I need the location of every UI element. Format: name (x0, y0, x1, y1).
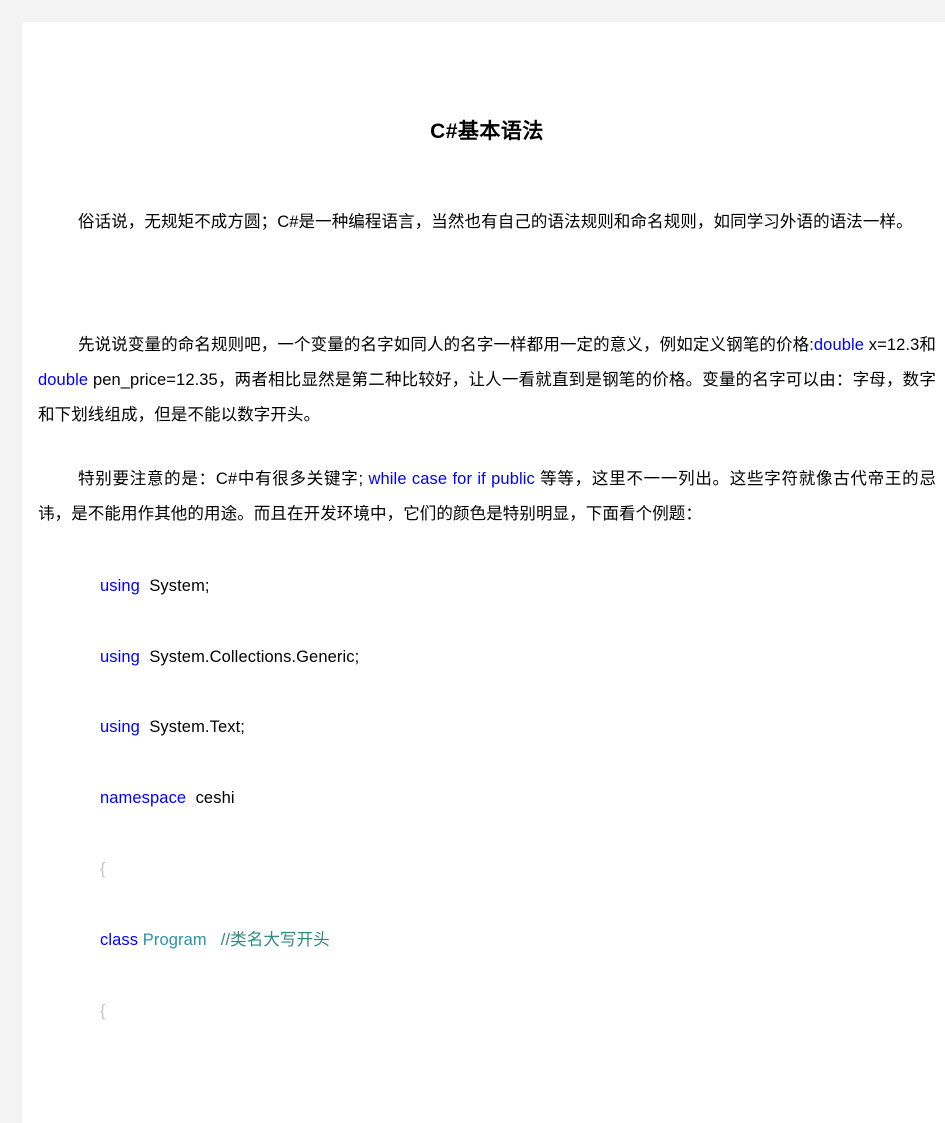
code-brace: { (100, 1002, 106, 1020)
code-text: ceshi (186, 789, 235, 807)
code-comment: //类名大写开头 (206, 931, 330, 949)
paragraph-keywords: 特别要注意的是：C#中有很多关键字; while case for if pub… (38, 462, 936, 532)
code-text: System.Text; (139, 718, 245, 736)
code-text: System.Collections.Generic; (139, 648, 360, 666)
paragraph-naming-rules: 先说说变量的命名规则吧，一个变量的名字如同人的名字一样都用一定的意义，例如定义钢… (38, 328, 936, 433)
code-line-using-text: using System.Text; (100, 715, 936, 739)
inline-keyword-double-2: double (38, 371, 89, 389)
code-line-using-system: using System; (100, 574, 936, 598)
code-text: System; (139, 577, 210, 595)
inline-keyword-double-1: double (813, 336, 865, 354)
code-keyword: using (100, 648, 140, 666)
code-keyword: class (100, 931, 139, 949)
code-keyword: using (100, 577, 140, 595)
paragraph-naming-lead: 先说说变量的命名规则吧，一个变量的名字如同人的名字一样都用一定的意义，例如定义钢… (78, 336, 814, 354)
paragraph-intro: 俗话说，无规矩不成方圆；C#是一种编程语言，当然也有自己的语法规则和命名规则，如… (78, 213, 913, 231)
inline-code-mid-2: pen_price=12.35，两者相比显然是第二种比较好，让人一看就直到是钢笔… (38, 371, 936, 424)
code-line-open-brace-2: { (100, 999, 936, 1023)
code-keyword: namespace (100, 789, 187, 807)
code-keyword: using (100, 718, 140, 736)
paragraph-keywords-lead: 特别要注意的是：C#中有很多关键字; (78, 470, 364, 488)
document-page: C#基本语法 俗话说，无规矩不成方圆；C#是一种编程语言，当然也有自己的语法规则… (22, 22, 945, 1123)
code-line-open-brace-1: { (100, 857, 936, 881)
code-line-class-program: class Program //类名大写开头 (100, 928, 936, 952)
inline-keyword-list: while case for if public (363, 470, 535, 488)
code-line-using-collections: using System.Collections.Generic; (100, 645, 936, 669)
code-type-name: Program (142, 931, 207, 949)
inline-code-mid-1: x=12.3和 (864, 336, 936, 354)
code-line-namespace: namespace ceshi (100, 786, 936, 810)
code-brace: { (100, 860, 106, 878)
page-title: C#基本语法 (430, 120, 544, 143)
